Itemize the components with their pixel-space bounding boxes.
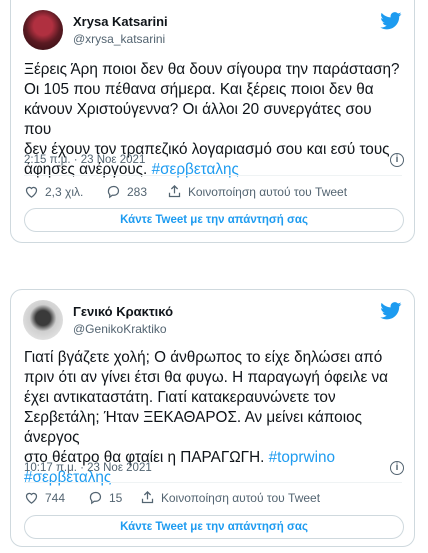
share-button[interactable]: Κοινοποίηση αυτού του Tweet xyxy=(140,490,320,505)
tweet-card[interactable]: Γενικό Κρακτικό @GenikoKraktiko Γιατί βγ… xyxy=(10,289,415,547)
reply-tweet-button[interactable]: Κάντε Tweet με την απάντησή σας xyxy=(24,208,404,232)
heart-icon xyxy=(25,186,38,198)
divider xyxy=(24,482,402,483)
hashtag-link[interactable]: #toprwino xyxy=(269,449,335,466)
tweet-actions: 2,3 χιλ. 283 Κοινοποίηση αυτού του Tweet xyxy=(24,184,402,204)
like-button[interactable]: 744 xyxy=(24,490,65,505)
reply-action-button[interactable]: 283 xyxy=(106,184,147,199)
tweet-header: Γενικό Κρακτικό @GenikoKraktiko xyxy=(23,300,402,342)
like-count: 2,3 χιλ. xyxy=(45,184,84,199)
author-handle[interactable]: @GenikoKraktiko xyxy=(73,322,167,336)
share-button[interactable]: Κοινοποίηση αυτού του Tweet xyxy=(167,184,347,199)
author-name[interactable]: Γενικό Κρακτικό xyxy=(73,304,173,319)
info-icon[interactable]: i xyxy=(390,461,404,475)
tweet-actions: 744 15 Κοινοποίηση αυτού του Tweet xyxy=(24,490,402,510)
share-label: Κοινοποίηση αυτού του Tweet xyxy=(188,184,348,199)
tweet-header: Xrysa Katsarini @xrysa_katsarini xyxy=(23,10,402,52)
avatar[interactable] xyxy=(23,300,63,340)
share-icon xyxy=(141,490,154,504)
tweet-timestamp[interactable]: 10:17 π.μ. · 23 Νοε 2021 xyxy=(24,462,152,474)
reply-icon xyxy=(89,491,102,505)
reply-tweet-button[interactable]: Κάντε Tweet με την απάντησή σας xyxy=(24,515,404,539)
tweet-timestamp[interactable]: 2:15 π.μ. · 23 Νοε 2021 xyxy=(24,154,145,166)
twitter-bird-icon[interactable] xyxy=(380,302,402,320)
reply-count: 15 xyxy=(109,490,123,505)
twitter-bird-icon[interactable] xyxy=(380,12,402,30)
info-icon[interactable]: i xyxy=(390,153,404,167)
like-button[interactable]: 2,3 χιλ. xyxy=(24,184,83,199)
like-count: 744 xyxy=(45,490,66,505)
author-name[interactable]: Xrysa Katsarini xyxy=(73,14,168,29)
divider xyxy=(24,175,402,176)
reply-action-button[interactable]: 15 xyxy=(88,490,122,505)
author-handle[interactable]: @xrysa_katsarini xyxy=(73,32,165,46)
heart-icon xyxy=(25,492,38,504)
reply-count: 283 xyxy=(127,184,148,199)
reply-icon xyxy=(107,185,120,199)
tweet-card[interactable]: Xrysa Katsarini @xrysa_katsarini Ξέρεις … xyxy=(10,0,415,243)
share-icon xyxy=(168,184,181,198)
avatar[interactable] xyxy=(23,10,63,50)
share-label: Κοινοποίηση αυτού του Tweet xyxy=(161,490,321,505)
